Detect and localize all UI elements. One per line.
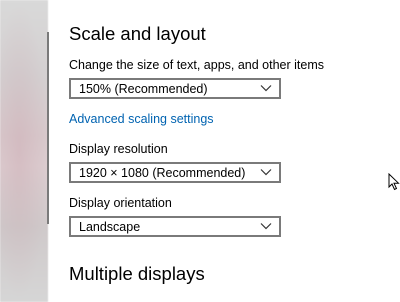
scale-label: Change the size of text, apps, and other…	[69, 58, 325, 72]
scale-and-layout-heading: Scale and layout	[69, 23, 206, 44]
resolution-dropdown-value: 1920 × 1080 (Recommended)	[79, 166, 246, 180]
orientation-dropdown[interactable]: Landscape	[69, 216, 281, 237]
scrollbar[interactable]	[47, 32, 49, 224]
chevron-down-icon	[260, 223, 272, 230]
scale-dropdown[interactable]: 150% (Recommended)	[69, 78, 281, 99]
resolution-dropdown[interactable]: 1920 × 1080 (Recommended)	[69, 162, 281, 183]
settings-content: Scale and layout Change the size of text…	[69, 0, 400, 302]
blurred-background-strip	[0, 0, 48, 302]
orientation-label: Display orientation	[69, 196, 172, 210]
chevron-down-icon	[260, 169, 272, 176]
multiple-displays-heading: Multiple displays	[69, 263, 205, 284]
scale-dropdown-value: 150% (Recommended)	[79, 82, 208, 96]
advanced-scaling-link[interactable]: Advanced scaling settings	[69, 112, 214, 126]
mouse-cursor-icon	[388, 173, 400, 191]
orientation-dropdown-value: Landscape	[79, 220, 141, 234]
resolution-label: Display resolution	[69, 142, 168, 156]
chevron-down-icon	[260, 85, 272, 92]
